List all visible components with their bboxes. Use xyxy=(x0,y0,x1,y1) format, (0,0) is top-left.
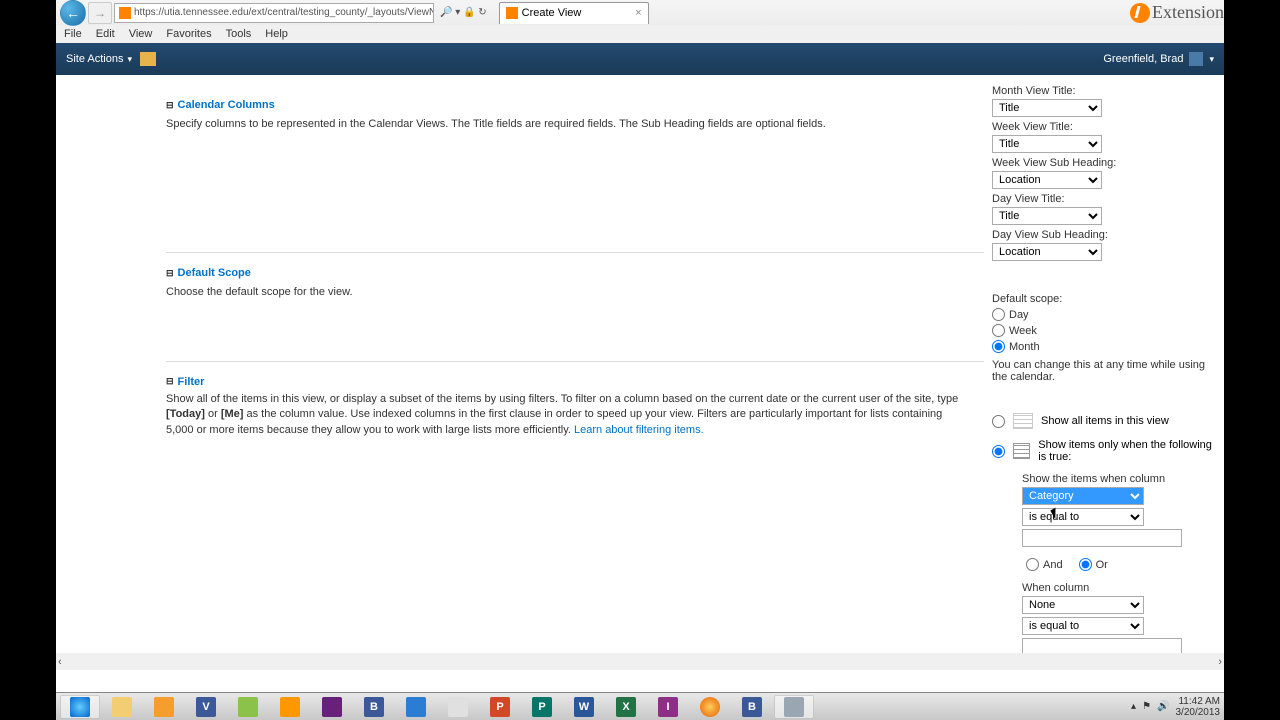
filter-column-2-select[interactable]: None xyxy=(1022,596,1144,614)
section-filter-desc: Show all of the items in this view, or d… xyxy=(166,392,964,438)
section-filter[interactable]: ⊟Filter xyxy=(166,372,964,392)
forward-button[interactable]: → xyxy=(88,2,112,24)
taskbar-explorer[interactable] xyxy=(102,695,142,719)
taskbar-app8[interactable]: B xyxy=(354,695,394,719)
menu-help[interactable]: Help xyxy=(265,28,288,40)
system-tray[interactable]: ▴ ⚑ 🔊 11:42 AM 3/20/2013 xyxy=(1131,696,1220,718)
learn-filtering-link[interactable]: Learn about filtering items. xyxy=(574,424,704,436)
browser-tab[interactable]: Create View × xyxy=(499,2,649,24)
browser-menu-bar: File Edit View Favorites Tools Help xyxy=(56,25,1224,43)
scope-day-radio[interactable] xyxy=(992,308,1005,321)
horizontal-scrollbar[interactable]: ‹› xyxy=(56,653,1224,670)
filter-show-all-radio[interactable] xyxy=(992,415,1005,428)
menu-tools[interactable]: Tools xyxy=(226,28,252,40)
tray-time: 11:42 AM xyxy=(1176,696,1221,707)
filter-operator-1-select[interactable]: is equal to xyxy=(1022,508,1144,526)
taskbar-outlook[interactable] xyxy=(144,695,184,719)
taskbar-ie[interactable] xyxy=(60,695,100,719)
windows-taskbar: V B P P W X I B ▴ ⚑ 🔊 11:42 AM 3/20/2013 xyxy=(56,692,1224,720)
taskbar-excel[interactable]: X xyxy=(606,695,646,719)
address-bar[interactable]: https://utia.tennessee.edu/ext/central/t… xyxy=(114,3,434,23)
taskbar-publisher[interactable]: P xyxy=(522,695,562,719)
filter-operator-2-select[interactable]: is equal to xyxy=(1022,617,1144,635)
taskbar-infopath[interactable]: I xyxy=(648,695,688,719)
menu-favorites[interactable]: Favorites xyxy=(166,28,211,40)
menu-edit[interactable]: Edit xyxy=(96,28,115,40)
filter-show-when-radio[interactable] xyxy=(992,445,1005,458)
filter-and-radio[interactable] xyxy=(1026,558,1039,571)
section-default-scope[interactable]: ⊟Default Scope xyxy=(166,263,984,283)
user-icon xyxy=(1189,52,1203,66)
tray-up-icon[interactable]: ▴ xyxy=(1131,701,1136,712)
section-calendar-columns[interactable]: ⊟Calendar Columns xyxy=(166,95,984,115)
menu-file[interactable]: File xyxy=(64,28,82,40)
scope-month-radio[interactable] xyxy=(992,340,1005,353)
taskbar-vs[interactable] xyxy=(312,695,352,719)
tray-flag-icon[interactable]: ⚑ xyxy=(1142,701,1151,712)
tab-favicon-icon xyxy=(506,7,518,19)
week-view-title-select[interactable]: Title xyxy=(992,135,1102,153)
scope-hint: You can change this at any time while us… xyxy=(992,359,1216,383)
taskbar-skydrive[interactable] xyxy=(396,695,436,719)
taskbar-app18[interactable] xyxy=(774,695,814,719)
show-all-icon xyxy=(1013,413,1033,429)
section-scope-desc: Choose the default scope for the view. xyxy=(166,283,984,330)
filter-value-1-input[interactable] xyxy=(1022,529,1182,547)
tray-volume-icon[interactable]: 🔊 xyxy=(1157,701,1169,712)
section-calendar-desc: Specify columns to be represented in the… xyxy=(166,115,984,162)
tray-date: 3/20/2013 xyxy=(1176,707,1221,718)
main-content: ⊟Calendar Columns Specify columns to be … xyxy=(56,75,1224,670)
scope-week-radio[interactable] xyxy=(992,324,1005,337)
sharepoint-ribbon: Site Actions Greenfield, Brad xyxy=(56,43,1224,75)
site-favicon-icon xyxy=(119,7,131,19)
taskbar-powerpoint[interactable]: P xyxy=(480,695,520,719)
filter-or-radio[interactable] xyxy=(1079,558,1092,571)
taskbar-word[interactable]: W xyxy=(564,695,604,719)
tab-title: Create View xyxy=(522,7,582,19)
browser-chrome: ← → https://utia.tennessee.edu/ext/centr… xyxy=(56,0,1224,43)
back-button[interactable]: ← xyxy=(60,0,86,26)
site-actions-menu[interactable]: Site Actions xyxy=(66,53,132,65)
navigate-up-icon[interactable] xyxy=(140,52,156,66)
taskbar-app5[interactable] xyxy=(228,695,268,719)
taskbar-visio[interactable]: V xyxy=(186,695,226,719)
tab-close-icon[interactable]: × xyxy=(635,7,641,19)
taskbar-app6[interactable] xyxy=(270,695,310,719)
filter-column-1-select[interactable]: Category xyxy=(1022,487,1144,505)
taskbar-app10[interactable] xyxy=(438,695,478,719)
day-view-subheading-select[interactable]: Location xyxy=(992,243,1102,261)
day-view-title-select[interactable]: Title xyxy=(992,207,1102,225)
week-view-subheading-select[interactable]: Location xyxy=(992,171,1102,189)
extension-logo-watermark: Extension xyxy=(1130,2,1224,23)
taskbar-firefox[interactable] xyxy=(690,695,730,719)
show-filtered-icon xyxy=(1013,443,1030,459)
month-view-title-select[interactable]: Title xyxy=(992,99,1102,117)
taskbar-app17[interactable]: B xyxy=(732,695,772,719)
user-menu[interactable]: Greenfield, Brad xyxy=(1103,52,1214,66)
menu-view[interactable]: View xyxy=(129,28,153,40)
